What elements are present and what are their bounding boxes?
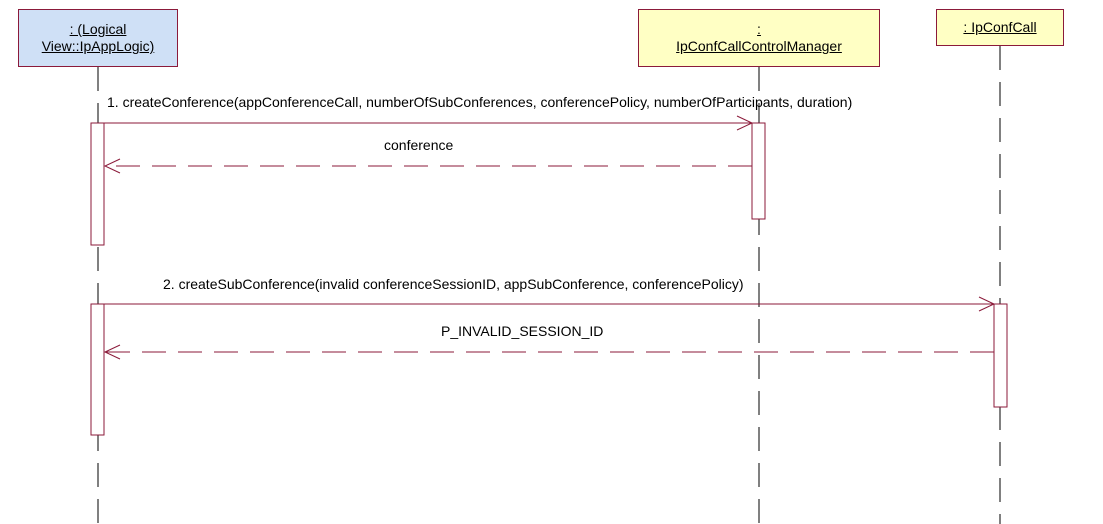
activation-bar-manager (751, 122, 766, 220)
return-label-2: P_INVALID_SESSION_ID (441, 323, 604, 339)
activation-bar-applogic-2 (90, 303, 105, 436)
participant-label-line1: : (757, 21, 761, 37)
sequence-diagram: : (Logical View::IpAppLogic) : IpConfCal… (0, 0, 1103, 524)
message-label-1: 1. createConference(appConferenceCall, n… (107, 94, 853, 110)
activation-bar-applogic-1 (90, 122, 105, 246)
participant-label-line2: View::IpAppLogic) (41, 38, 155, 54)
participant-label-line1: : IpConfCall (963, 19, 1037, 35)
activation-bar-confcall (993, 303, 1008, 408)
message-label-2: 2. createSubConference(invalid conferenc… (163, 276, 744, 292)
participant-label-line2: IpConfCallControlManager (676, 38, 842, 54)
participant-ipconfcall: : IpConfCall (936, 9, 1064, 46)
return-label-1: conference (384, 137, 454, 153)
participant-ipconfcallcontrolmanager: : IpConfCallControlManager (638, 9, 880, 67)
participant-ipapplogic: : (Logical View::IpAppLogic) (18, 9, 178, 67)
diagram-canvas (90, 46, 1008, 524)
participant-label-line1: : (Logical (69, 21, 127, 37)
